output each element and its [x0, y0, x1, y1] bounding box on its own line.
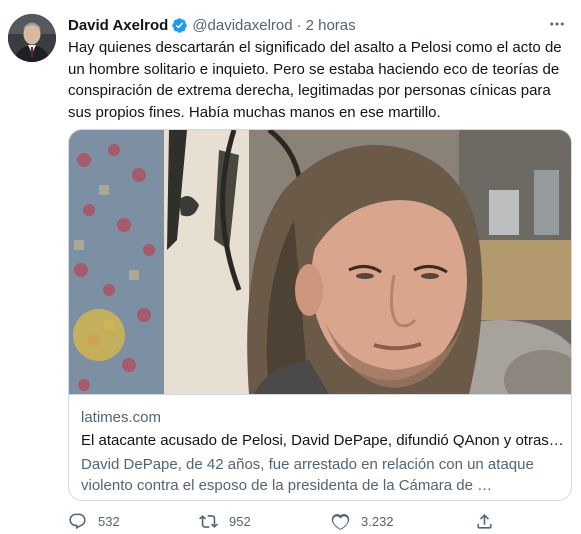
- tweet-header: David Axelrod @davidaxelrod · 2 horas: [68, 15, 356, 35]
- like-button[interactable]: 3.232: [331, 512, 394, 531]
- more-options-icon[interactable]: [547, 14, 567, 34]
- reply-icon: [68, 512, 87, 531]
- separator-dot: ·: [296, 16, 302, 34]
- verified-badge-icon: [171, 17, 188, 34]
- tweet-text-line: Hay quienes descartarán el significado d…: [68, 39, 562, 56]
- card-image[interactable]: [69, 130, 571, 394]
- share-icon: [475, 512, 494, 531]
- like-count: 3.232: [361, 514, 394, 529]
- avatar[interactable]: [8, 14, 56, 62]
- retweet-icon: [199, 512, 218, 531]
- card-info[interactable]: latimes.com El atacante acusado de Pelos…: [69, 394, 571, 494]
- tweet-text-line: un hombre solitario e inquieto. Pero se …: [68, 60, 560, 78]
- card-description-line: David DePape, de 42 años, fue arrestado …: [81, 456, 534, 473]
- share-button[interactable]: [475, 512, 494, 531]
- tweet-text-line: sus propios fines. Había muchas manos en…: [68, 103, 441, 121]
- tweet-text: Hay quienes descartarán el significado d…: [68, 37, 568, 123]
- tweet-timestamp[interactable]: 2 horas: [306, 17, 356, 34]
- reply-count: 532: [98, 514, 120, 529]
- heart-icon: [331, 512, 350, 531]
- author-handle[interactable]: @davidaxelrod: [192, 17, 292, 34]
- reply-button[interactable]: 532: [68, 512, 120, 531]
- tweet-text-line: conspiración de extrema derecha, legitim…: [68, 82, 551, 99]
- card-title: El atacante acusado de Pelosi, David DeP…: [81, 432, 564, 449]
- card-description-line: violento contra el esposo de la presiden…: [81, 477, 493, 494]
- link-card[interactable]: latimes.com El atacante acusado de Pelos…: [68, 129, 572, 501]
- retweet-count: 952: [229, 514, 251, 529]
- tweet: David Axelrod @davidaxelrod · 2 horas Ha…: [0, 0, 581, 531]
- card-domain: latimes.com: [81, 409, 162, 426]
- card-description: David DePape, de 42 años, fue arrestado …: [81, 454, 561, 496]
- author-name[interactable]: David Axelrod: [68, 17, 168, 34]
- retweet-button[interactable]: 952: [199, 512, 251, 531]
